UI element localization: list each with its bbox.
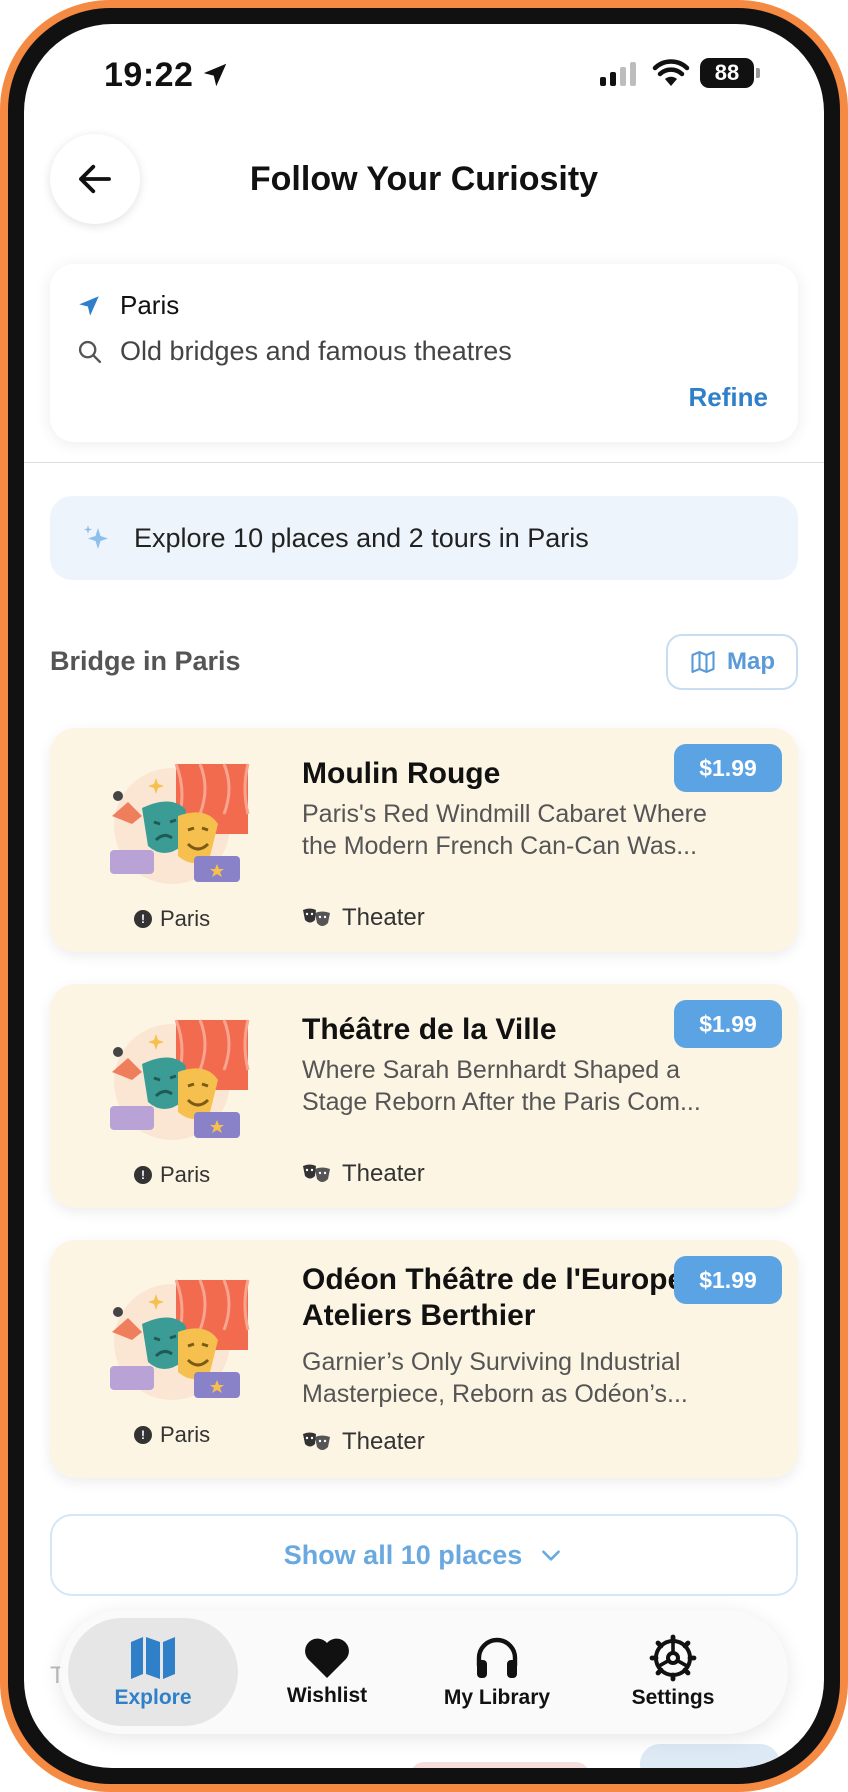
place-description-line: Stage Reborn After the Paris Com... — [302, 1088, 701, 1116]
place-category-label: Theater — [342, 1428, 425, 1455]
screen: 19:22 88 Follow Your Curiosity Paris Old… — [24, 24, 824, 1768]
gear-icon — [649, 1634, 697, 1682]
place-city-label: Paris — [160, 1422, 211, 1447]
place-description-line: Where Sarah Bernhardt Shaped a — [302, 1056, 681, 1084]
search-location-label: Paris — [120, 290, 180, 320]
tab-label: My Library — [443, 1686, 551, 1709]
place-description-line: Masterpiece, Reborn as Odéon’s... — [302, 1380, 688, 1408]
device-frame: 19:22 88 Follow Your Curiosity Paris Old… — [0, 0, 848, 1792]
price-badge[interactable]: $1.99 — [674, 744, 782, 792]
place-category-label: Theater — [342, 1160, 425, 1187]
divider — [24, 462, 824, 463]
info-icon: ! — [134, 910, 152, 928]
theater-masks-icon — [303, 1432, 330, 1450]
device-bezel: 19:22 88 Follow Your Curiosity Paris Old… — [8, 8, 840, 1784]
wifi-icon — [652, 59, 690, 86]
place-city: ! Paris — [134, 1422, 210, 1448]
battery-icon: 88 — [700, 58, 760, 88]
banner-text: Explore 10 places and 2 tours in Paris — [134, 522, 589, 553]
place-card[interactable]: ! Paris Moulin Rouge Paris's Red Windmil… — [50, 728, 798, 952]
sparkle-icon — [84, 525, 108, 549]
tab-my-library[interactable]: My Library — [412, 1618, 582, 1726]
place-category: Theater — [302, 1160, 425, 1188]
tab-explore[interactable]: Explore — [68, 1618, 238, 1726]
tab-bar: Explore Wishlist My Library Settings — [60, 1610, 788, 1734]
place-description-line: Paris's Red Windmill Cabaret Where — [302, 800, 707, 828]
tab-label: Explore — [114, 1686, 192, 1709]
tab-settings[interactable]: Settings — [588, 1618, 758, 1726]
theater-masks-illustration — [110, 1279, 250, 1400]
section-title: Bridge in Paris — [50, 646, 241, 676]
place-city: ! Paris — [134, 906, 210, 932]
place-card[interactable]: ! Paris Théâtre de la Ville Where Sarah … — [50, 984, 798, 1208]
signal-icon — [600, 62, 636, 86]
place-city-label: Paris — [160, 1162, 211, 1187]
info-icon: ! — [134, 1426, 152, 1444]
location-arrow-icon — [79, 295, 99, 316]
place-description-line: the Modern French Can-Can Was... — [302, 832, 698, 860]
place-category: Theater — [302, 1428, 425, 1456]
search-query-text: Old bridges and famous theatres — [120, 336, 512, 366]
place-card[interactable]: ! Paris Odéon Théâtre de l'Europe Atelie… — [50, 1240, 798, 1478]
place-description: Garnier’s Only Surviving Industrial Mast… — [302, 1346, 750, 1410]
theater-masks-icon — [303, 908, 330, 926]
place-category: Theater — [302, 904, 425, 932]
show-all-places-button[interactable]: Show all 10 places — [50, 1514, 798, 1596]
chevron-down-icon — [542, 1550, 561, 1561]
next-card-peek — [640, 1744, 780, 1768]
tab-wishlist[interactable]: Wishlist — [242, 1618, 412, 1726]
show-all-label: Show all 10 places — [283, 1539, 523, 1570]
search-icon — [78, 340, 102, 363]
place-description-line: Garnier’s Only Surviving Industrial — [302, 1348, 681, 1376]
heart-icon — [305, 1638, 349, 1678]
map-button-label: Map — [727, 648, 775, 675]
page-title: Follow Your Curiosity — [249, 160, 599, 198]
tab-label: Wishlist — [286, 1684, 368, 1707]
info-icon: ! — [134, 1166, 152, 1184]
map-icon — [131, 1637, 175, 1679]
place-description: Paris's Red Windmill Cabaret Where the M… — [302, 798, 750, 862]
search-query[interactable]: Old bridges and famous theatres — [76, 336, 512, 367]
place-description: Where Sarah Bernhardt Shaped a Stage Reb… — [302, 1054, 750, 1118]
refine-button[interactable]: Refine — [689, 382, 768, 413]
place-city: ! Paris — [134, 1162, 210, 1188]
explore-banner: Explore 10 places and 2 tours in Paris — [50, 496, 798, 580]
place-city-label: Paris — [160, 906, 211, 931]
headphones-icon — [476, 1637, 518, 1678]
next-card-peek — [410, 1762, 590, 1768]
map-icon — [691, 651, 715, 673]
price-badge[interactable]: $1.99 — [674, 1000, 782, 1048]
search-location[interactable]: Paris — [76, 290, 179, 321]
status-time: 19:22 — [104, 56, 194, 94]
place-category-label: Theater — [342, 904, 425, 931]
tab-label: Settings — [631, 1686, 715, 1709]
theater-masks-illustration — [110, 763, 250, 884]
theater-masks-illustration — [110, 1019, 250, 1140]
location-arrow-icon — [203, 63, 227, 87]
price-badge[interactable]: $1.99 — [674, 1256, 782, 1304]
map-button[interactable]: Map — [666, 634, 798, 690]
theater-masks-icon — [303, 1164, 330, 1182]
